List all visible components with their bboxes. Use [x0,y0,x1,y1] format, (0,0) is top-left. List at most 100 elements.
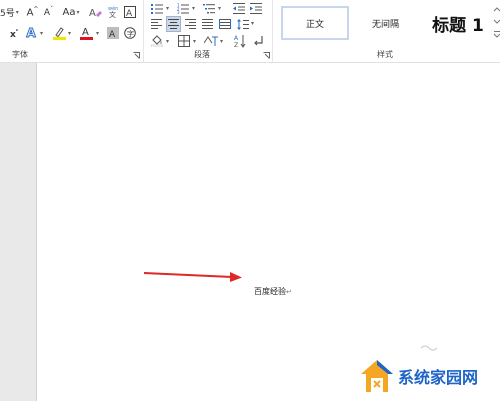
svg-text:文: 文 [109,10,116,18]
style-normal[interactable]: 正文 [281,6,349,40]
font-size-value: 5号 [0,8,15,19]
superscript-icon: x² [9,28,18,40]
ribbon: 5号 ▾ A^ Aˇ Aa ▾ A wén 文 A x² A ▾ ▾ A ▾ A… [0,0,500,63]
paragraph-dialog-launcher[interactable] [263,52,270,59]
paint-bucket-icon [151,35,163,47]
shading-button[interactable] [150,34,164,48]
align-left-icon [151,19,162,29]
sort-button[interactable]: A Z [233,33,247,49]
house-logo-icon [361,360,393,392]
line-spacing-button[interactable] [236,17,249,31]
dialog-launcher-icon [263,52,270,59]
phonetic-guide-button[interactable]: wén 文 [106,4,120,18]
style-gallery-scroll[interactable] [493,6,500,40]
font-dialog-launcher[interactable] [133,52,140,59]
increase-indent-button[interactable] [249,1,262,15]
decrease-indent-button[interactable] [232,1,245,15]
chevron-down-icon: ▾ [251,20,255,27]
align-center-icon [168,19,179,29]
numbering-icon: 1 2 3 [177,3,189,14]
multilevel-list-icon [203,3,215,13]
text-effects-icon: A [26,26,36,41]
svg-text:A: A [234,35,239,42]
bullets-button[interactable] [150,1,164,15]
site-watermark: 系统家园网 [360,358,478,394]
paragraph-mark: ↵ [286,288,292,296]
highlighter-icon [52,27,66,40]
superscript-button[interactable]: x² [9,27,19,41]
watermark-decoration [420,345,438,351]
multilevel-list-button[interactable] [202,1,216,15]
svg-text:3: 3 [177,10,180,14]
chevron-down-icon: ▾ [166,38,170,45]
document-text-content: 百度经验 [254,287,286,296]
style-heading-1-label: 标题 1 [432,15,484,36]
svg-text:Z: Z [234,42,238,48]
grow-font-icon: A^ [26,5,39,19]
bullets-icon [151,3,163,14]
chevron-down-icon: ▾ [193,38,197,45]
character-border-button[interactable]: A [123,5,136,19]
chinese-layout-button[interactable] [204,34,218,48]
grow-font-button[interactable]: A^ [26,5,39,19]
shrink-font-button[interactable]: Aˇ [42,5,55,19]
shrink-font-icon: Aˇ [43,6,54,18]
svg-text:A: A [109,30,116,39]
chevron-down-icon: ▾ [166,5,170,12]
dialog-launcher-icon [133,52,140,59]
borders-icon [178,35,190,47]
chevron-down-icon: ▾ [96,30,100,37]
gallery-scroll-icon [493,7,500,38]
distributed-button[interactable] [218,17,231,31]
document-text[interactable]: 百度经验↵ [254,286,292,297]
clear-formatting-button[interactable]: A [88,5,102,19]
left-margin-pane [0,63,37,401]
annotation-arrow [143,272,242,282]
change-case-label: Aa [62,6,76,18]
text-effects-button[interactable]: A [24,26,38,41]
paragraph-group-label: 段落 [194,50,210,59]
clear-formatting-icon: A [89,8,102,18]
borders-button[interactable] [177,34,191,48]
highlight-button[interactable] [52,26,66,40]
styles-group-label: 样式 [377,50,393,59]
style-no-spacing[interactable]: 无间隔 [353,6,418,40]
justify-button[interactable] [201,17,214,31]
phonetic-guide-icon: wén 文 [108,5,118,18]
font-size-dropdown[interactable]: 5号 ▾ [0,5,22,19]
chevron-down-icon: ▾ [40,30,44,37]
decrease-indent-icon [232,2,245,14]
styles-group: 正文 无间隔 标题 1 样式 [272,0,500,62]
character-shading-button[interactable]: A [106,26,119,40]
justify-icon [202,19,213,29]
align-left-button[interactable] [150,17,163,31]
font-group-label: 字体 [12,50,28,59]
font-color-button[interactable]: A [79,26,93,40]
watermark-text: 系统家园网 [398,368,479,387]
svg-text:字: 字 [127,29,134,38]
numbering-button[interactable]: 1 2 3 [176,1,190,15]
paragraph-mark-icon [254,36,263,46]
character-shading-icon: A [106,27,119,39]
character-border-icon: A [123,6,136,18]
style-no-spacing-label: 无间隔 [371,19,399,30]
chevron-down-icon: ▾ [15,8,19,16]
chevron-down-icon: ▾ [76,8,80,16]
show-hide-marks-button[interactable] [251,34,265,48]
line-spacing-icon [236,18,249,30]
chevron-down-icon: ▾ [220,38,224,45]
chevron-down-icon: ▾ [192,5,196,12]
sort-az-icon: A Z [234,35,245,48]
svg-text:A: A [89,8,96,18]
align-center-button[interactable] [166,16,181,32]
chevron-down-icon: ▾ [218,5,222,12]
font-group: 5号 ▾ A^ Aˇ Aa ▾ A wén 文 A x² A ▾ ▾ A ▾ A… [0,0,143,62]
change-case-button[interactable]: Aa ▾ [60,5,82,19]
font-color-icon: A [79,27,93,40]
enclose-characters-button[interactable]: 字 [123,26,136,40]
style-heading-1[interactable]: 标题 1 [423,6,493,40]
svg-text:A: A [126,9,133,18]
svg-text:A: A [82,27,89,38]
enclose-characters-icon: 字 [123,27,136,39]
align-right-button[interactable] [184,17,197,31]
